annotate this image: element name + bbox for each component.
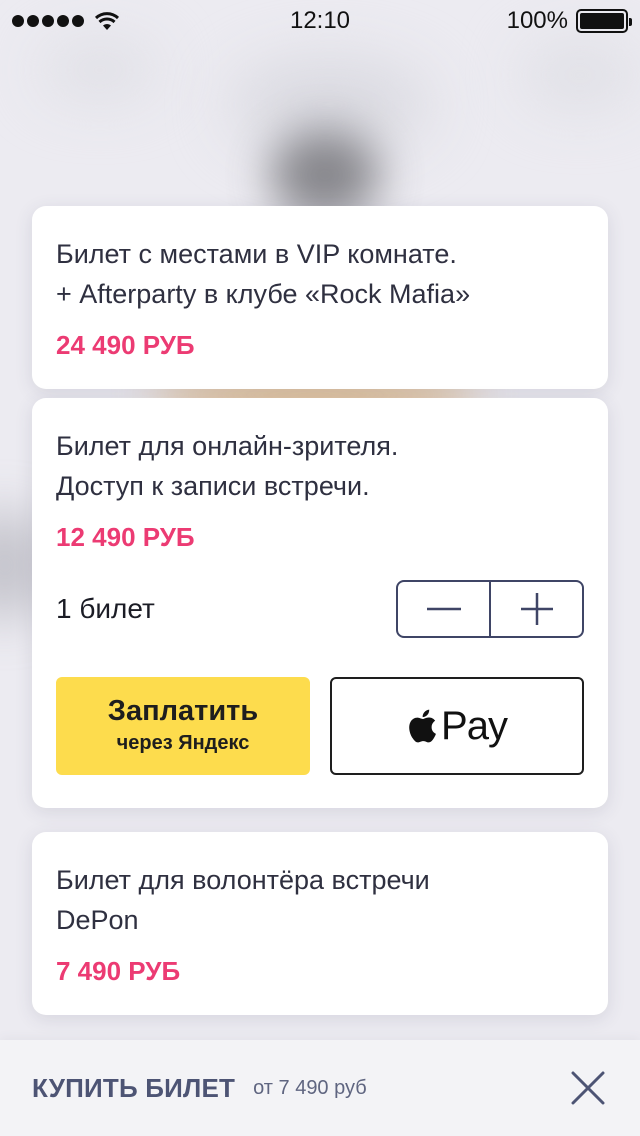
quantity-stepper <box>396 580 584 638</box>
quantity-row: 1 билет <box>56 579 584 639</box>
close-button[interactable] <box>568 1068 608 1108</box>
ticket-title: Билет для волонтёра встречи DePon <box>56 865 430 935</box>
apple-logo-icon <box>409 709 437 743</box>
quantity-label: 1 билет <box>56 593 155 624</box>
signal-dots-icon <box>12 15 84 27</box>
pay-yandex-sublabel: через Яндекс <box>116 732 250 754</box>
ticket-price: 7 490 РУБ <box>56 956 181 986</box>
ticket-card-vip[interactable]: Билет с местами в VIP комнате. + Afterpa… <box>32 206 608 389</box>
ticket-card-volunteer[interactable]: Билет для волонтёра встречи DePon 7 490 … <box>32 832 608 1015</box>
battery-percent: 100% <box>506 7 568 34</box>
ticket-price: 24 490 РУБ <box>56 330 195 360</box>
ticket-price: 12 490 РУБ <box>56 522 195 552</box>
from-price-label: от 7 490 руб <box>253 1076 367 1099</box>
wifi-icon <box>94 12 120 30</box>
buy-ticket-bar: КУПИТЬ БИЛЕТ от 7 490 руб <box>0 1040 640 1136</box>
pay-yandex-button[interactable]: Заплатить через Яндекс <box>56 677 310 775</box>
minus-icon <box>426 607 461 611</box>
ticket-title: Билет для онлайн-зрителя. Доступ к запис… <box>56 431 399 501</box>
plus-icon <box>520 593 553 625</box>
pay-yandex-label: Заплатить <box>107 695 259 727</box>
battery-icon <box>576 9 632 33</box>
apple-pay-label: Pay <box>441 703 508 748</box>
increment-button[interactable] <box>489 582 582 636</box>
ticket-title: Билет с местами в VIP комнате. + Afterpa… <box>56 239 471 309</box>
payment-buttons: Заплатить через Яндекс Pay <box>56 677 584 775</box>
ticket-card-online[interactable]: Билет для онлайн-зрителя. Доступ к запис… <box>32 398 608 808</box>
status-bar: 12:10 100% <box>0 0 640 42</box>
decrement-button[interactable] <box>398 582 489 636</box>
apple-pay-button[interactable]: Pay <box>330 677 584 775</box>
close-icon <box>571 1071 605 1105</box>
buy-ticket-label: КУПИТЬ БИЛЕТ <box>32 1072 236 1103</box>
